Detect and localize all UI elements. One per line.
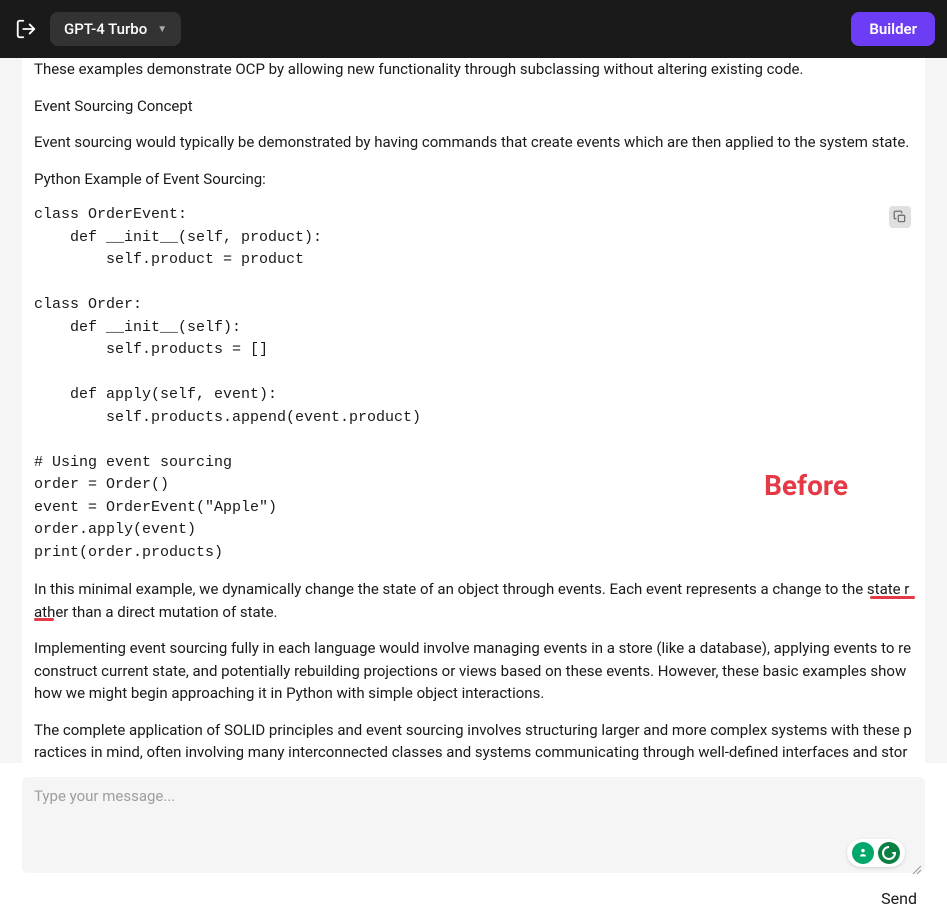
code-content: class OrderEvent: def __init__(self, pro… — [34, 204, 913, 564]
paragraph: Python Example of Event Sourcing: — [34, 168, 913, 191]
paragraph: In this minimal example, we dynamically … — [34, 578, 913, 623]
model-name: GPT-4 Turbo — [64, 20, 147, 38]
builder-button[interactable]: Builder — [851, 12, 935, 46]
paragraph: The complete application of SOLID princi… — [34, 719, 913, 764]
message-input[interactable] — [22, 777, 925, 873]
section-heading: Event Sourcing Concept — [34, 95, 913, 118]
chat-content: These examples demonstrate OCP by allowi… — [0, 58, 947, 763]
extension-icon[interactable] — [878, 842, 900, 864]
send-button[interactable]: Send — [873, 885, 925, 912]
paragraph: These examples demonstrate OCP by allowi… — [34, 58, 913, 81]
copy-code-button[interactable] — [889, 206, 911, 228]
chevron-down-icon: ▼ — [157, 24, 167, 35]
annotation-underline — [34, 618, 54, 621]
paragraph: Event sourcing would typically be demons… — [34, 131, 913, 154]
app-header: GPT-4 Turbo ▼ Builder — [0, 0, 947, 58]
code-block: class OrderEvent: def __init__(self, pro… — [34, 204, 913, 564]
extension-badges — [847, 839, 905, 867]
grammarly-icon[interactable] — [852, 842, 874, 864]
annotation-underline — [870, 596, 915, 599]
paragraph: Implementing event sourcing fully in eac… — [34, 637, 913, 705]
before-annotation: Before — [764, 469, 848, 502]
input-area: Send — [0, 763, 947, 922]
assistant-message: These examples demonstrate OCP by allowi… — [22, 58, 925, 763]
exit-icon[interactable] — [12, 15, 40, 43]
model-selector[interactable]: GPT-4 Turbo ▼ — [50, 12, 181, 46]
